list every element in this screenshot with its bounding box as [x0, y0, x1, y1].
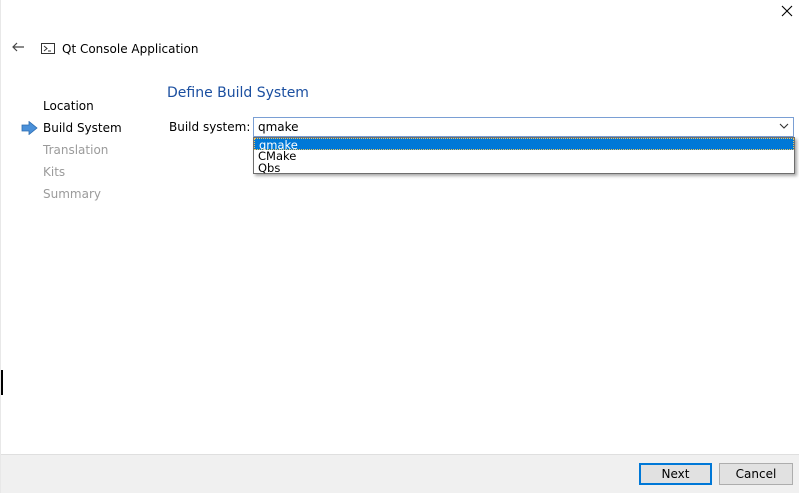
step-label: Summary — [43, 187, 101, 201]
step-kits: Kits — [21, 163, 122, 185]
window-title: Qt Console Application — [62, 42, 199, 56]
wizard-steps: Location Build System Translation Kits S… — [21, 97, 122, 207]
step-summary: Summary — [21, 185, 122, 207]
step-label: Location — [43, 99, 94, 113]
close-button[interactable] — [773, 0, 799, 22]
step-location: Location — [21, 97, 122, 119]
build-system-combobox[interactable]: qmake — [253, 117, 794, 137]
step-translation: Translation — [21, 141, 122, 163]
dropdown-option-cmake[interactable]: CMake — [254, 150, 794, 162]
dropdown-option-qbs[interactable]: Qbs — [254, 162, 794, 174]
console-icon — [41, 43, 55, 54]
chevron-down-icon — [779, 123, 789, 129]
step-label: Kits — [43, 165, 66, 179]
wizard-window: Qt Console Application Location Build Sy… — [0, 0, 799, 493]
build-system-label: Build system: — [169, 120, 251, 134]
current-step-arrow-icon — [21, 121, 38, 135]
back-arrow-icon — [12, 42, 24, 52]
step-build-system: Build System — [21, 119, 122, 141]
back-button[interactable] — [9, 38, 27, 56]
next-button[interactable]: Next — [639, 463, 712, 485]
step-label: Translation — [43, 143, 109, 157]
step-label: Build System — [43, 121, 122, 135]
page-title: Define Build System — [167, 85, 309, 101]
close-icon — [781, 5, 793, 17]
build-system-dropdown-list: qmake CMake Qbs — [253, 137, 795, 174]
window-edge-marker — [1, 370, 3, 395]
cancel-button[interactable]: Cancel — [719, 463, 793, 485]
dropdown-option-qmake[interactable]: qmake — [254, 138, 794, 151]
combobox-value: qmake — [258, 120, 299, 134]
